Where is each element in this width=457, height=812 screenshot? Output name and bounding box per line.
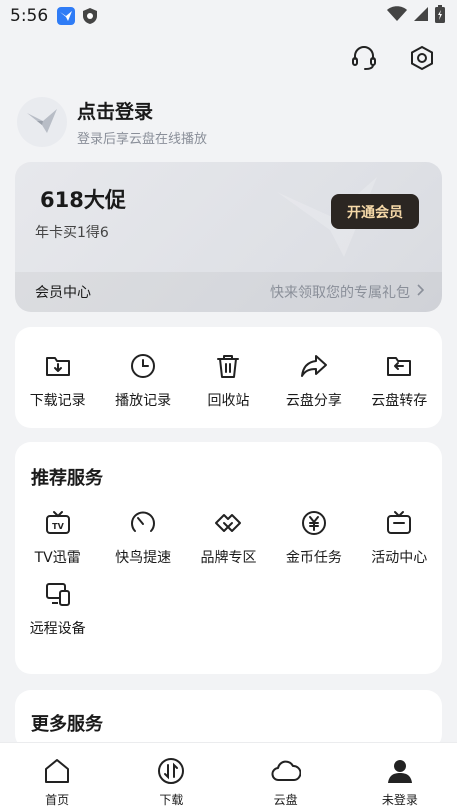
tab-cloud-label: 云盘 [273, 793, 298, 807]
handshake-icon [213, 508, 243, 538]
chevron-right-icon [416, 284, 425, 300]
shield-notification-icon [82, 7, 98, 25]
download-records-button[interactable]: 下载记录 [15, 351, 100, 410]
recycle-bin-button[interactable]: 回收站 [186, 351, 271, 410]
vip-center-row[interactable]: 会员中心 快来领取您的专属礼包 [15, 272, 442, 312]
tab-home[interactable]: 首页 [0, 743, 114, 812]
tv-icon: TV [43, 508, 73, 538]
headset-icon [350, 44, 378, 76]
share-icon [299, 351, 329, 381]
wifi-icon [387, 5, 407, 27]
vip-promo-subtitle: 年卡买1得6 [35, 225, 109, 241]
tab-cloud[interactable]: 云盘 [229, 743, 343, 812]
coin-tasks-label: 金币任务 [285, 550, 342, 566]
home-icon [43, 757, 71, 789]
coin-icon [299, 508, 329, 538]
vip-center-label: 会员中心 [35, 285, 91, 301]
tab-download-label: 下载 [159, 793, 184, 807]
tab-profile-label: 未登录 [381, 793, 418, 807]
open-vip-button[interactable]: 开通会员 [331, 194, 419, 229]
play-history-label: 播放记录 [115, 393, 172, 409]
tab-home-label: 首页 [45, 793, 70, 807]
brand-zone-button[interactable]: 品牌专区 [186, 508, 271, 567]
customer-service-button[interactable] [349, 45, 379, 75]
svg-text:TV: TV [52, 522, 64, 531]
cloud-icon [271, 757, 302, 789]
speed-boost-button[interactable]: 快鸟提速 [100, 508, 185, 567]
login-section[interactable]: 点击登录 登录后享云盘在线播放 [0, 88, 457, 152]
signal-icon [413, 6, 429, 27]
vip-center-hint: 快来领取您的专属礼包 [270, 285, 410, 301]
cloud-transfer-label: 云盘转存 [371, 393, 428, 409]
recommended-services-card: 推荐服务 TV TV迅雷 快鸟提速 品牌专区 金币任务 活动中心 远程设备 [15, 442, 442, 674]
download-icon [157, 757, 185, 789]
tab-download[interactable]: 下载 [114, 743, 228, 812]
download-records-label: 下载记录 [29, 393, 86, 409]
speed-boost-label: 快鸟提速 [115, 550, 172, 566]
transfer-folder-icon [384, 351, 414, 381]
tv-xunlei-label: TV迅雷 [34, 550, 81, 566]
cloud-share-label: 云盘分享 [285, 393, 342, 409]
login-subtitle: 登录后享云盘在线播放 [77, 132, 208, 147]
event-center-label: 活动中心 [371, 550, 428, 566]
more-services-title: 更多服务 [31, 714, 103, 735]
event-icon [384, 508, 414, 538]
more-services-card: 更多服务 [15, 690, 442, 750]
cloud-share-button[interactable]: 云盘分享 [271, 351, 356, 410]
vip-card[interactable]: 618大促 年卡买1得6 开通会员 会员中心 快来领取您的专属礼包 [15, 162, 442, 312]
recycle-bin-label: 回收站 [207, 393, 250, 409]
vip-promo-title: 618大促 [40, 188, 126, 212]
battery-icon [435, 4, 445, 28]
bottom-tab-bar: 首页 下载 云盘 未登录 [0, 742, 457, 812]
tv-xunlei-button[interactable]: TV TV迅雷 [15, 508, 100, 567]
trash-icon [213, 351, 243, 381]
xunlei-notification-icon [56, 6, 76, 26]
status-bar: 5:56 [0, 0, 457, 32]
recommended-services-title: 推荐服务 [31, 468, 103, 489]
user-icon [386, 757, 414, 789]
settings-button[interactable] [407, 45, 437, 75]
hexagon-settings-icon [408, 44, 436, 76]
event-center-button[interactable]: 活动中心 [357, 508, 442, 567]
login-title[interactable]: 点击登录 [77, 97, 207, 124]
download-folder-icon [43, 351, 73, 381]
devices-icon [43, 579, 73, 609]
remote-devices-label: 远程设备 [29, 621, 86, 637]
cloud-transfer-button[interactable]: 云盘转存 [357, 351, 442, 410]
speedometer-icon [128, 508, 158, 538]
coin-tasks-button[interactable]: 金币任务 [271, 508, 356, 567]
tab-profile[interactable]: 未登录 [343, 743, 457, 812]
top-actions [0, 32, 457, 88]
avatar[interactable] [17, 97, 67, 147]
clock-icon [128, 351, 158, 381]
quick-actions-card: 下载记录 播放记录 回收站 云盘分享 云盘转存 [15, 327, 442, 428]
remote-devices-button[interactable]: 远程设备 [15, 579, 100, 638]
brand-zone-label: 品牌专区 [200, 550, 257, 566]
status-time: 5:56 [10, 6, 49, 26]
play-history-button[interactable]: 播放记录 [100, 351, 185, 410]
